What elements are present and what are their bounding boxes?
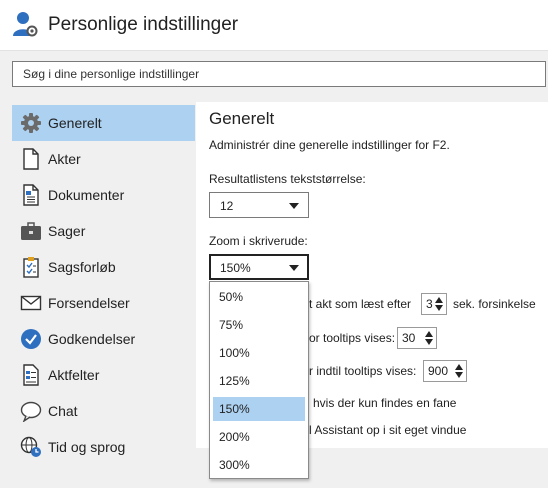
mark-read-suffix: sek. forsinkelse bbox=[453, 297, 536, 311]
search-input[interactable]: Søg i dine personlige indstillinger bbox=[12, 61, 546, 87]
font-size-select[interactable]: 12 bbox=[209, 192, 309, 218]
sidebar-item-generelt[interactable]: Generelt bbox=[12, 105, 195, 141]
tooltip-show-label: or tooltips vises: bbox=[309, 331, 396, 345]
font-size-value: 12 bbox=[220, 199, 234, 213]
zoom-option-75[interactable]: 75% bbox=[213, 313, 305, 337]
zoom-option-50[interactable]: 50% bbox=[213, 285, 305, 309]
envelope-icon bbox=[20, 292, 42, 314]
page-title: Generelt bbox=[209, 109, 275, 128]
sidebar-item-godkendelser[interactable]: Godkendelser bbox=[12, 321, 195, 357]
single-tab-option-label: hvis der kun findes en fane bbox=[313, 396, 457, 410]
sidebar-item-label: Godkendelser bbox=[48, 331, 136, 347]
briefcase-icon bbox=[20, 220, 42, 242]
sidebar-item-label: Sager bbox=[48, 223, 86, 239]
globe-clock-icon bbox=[20, 436, 42, 458]
mark-read-label: t akt som læst efter bbox=[309, 297, 412, 311]
sidebar-item-label: Akter bbox=[48, 151, 81, 167]
gear-icon bbox=[20, 112, 42, 134]
zoom-option-label: 150% bbox=[219, 402, 250, 416]
spin-down-icon[interactable] bbox=[455, 372, 463, 378]
sidebar-item-dokumenter[interactable]: Dokumenter bbox=[12, 177, 195, 213]
speech-bubble-icon bbox=[20, 400, 42, 423]
font-size-label: Resultatlistens tekststørrelse: bbox=[209, 172, 366, 186]
sidebar-item-sagsforloeb[interactable]: Sagsforløb bbox=[12, 249, 195, 285]
sidebar-item-label: Dokumenter bbox=[48, 187, 125, 203]
sidebar-item-label: Generelt bbox=[48, 115, 102, 131]
zoom-option-label: 100% bbox=[219, 346, 250, 360]
spin-up-icon[interactable] bbox=[435, 297, 443, 303]
zoom-option-200[interactable]: 200% bbox=[213, 425, 305, 449]
sidebar-item-sager[interactable]: Sager bbox=[12, 213, 195, 249]
zoom-select[interactable]: 150% bbox=[209, 254, 309, 280]
sidebar-item-akter[interactable]: Akter bbox=[12, 141, 195, 177]
spin-up-icon[interactable] bbox=[455, 364, 463, 370]
tooltip-show-stepper[interactable]: 30 bbox=[397, 327, 437, 349]
zoom-option-150[interactable]: 150% bbox=[213, 397, 305, 421]
search-area: Søg i dine personlige indstillinger bbox=[0, 50, 548, 103]
title-bar: Personlige indstillinger bbox=[0, 0, 548, 50]
sidebar-item-label: Tid og sprog bbox=[48, 439, 126, 455]
sidebar-item-label: Forsendelser bbox=[48, 295, 130, 311]
zoom-value: 150% bbox=[220, 261, 251, 275]
sidebar-item-forsendelser[interactable]: Forsendelser bbox=[12, 285, 195, 321]
tooltip-until-label: r indtil tooltips vises: bbox=[309, 364, 417, 378]
assistant-window-option-label: l Assistant op i sit eget vindue bbox=[309, 423, 467, 437]
spin-up-icon[interactable] bbox=[425, 331, 433, 337]
document-lines-icon bbox=[20, 184, 42, 206]
sidebar-item-label: Aktfelter bbox=[48, 367, 100, 383]
sidebar-item-aktfelter[interactable]: Aktfelter bbox=[12, 357, 195, 393]
zoom-option-label: 200% bbox=[219, 430, 250, 444]
zoom-option-125[interactable]: 125% bbox=[213, 369, 305, 393]
document-icon bbox=[20, 148, 42, 170]
sidebar-item-chat[interactable]: Chat bbox=[12, 393, 195, 429]
chevron-down-icon bbox=[289, 265, 299, 271]
zoom-label: Zoom i skriverude: bbox=[209, 234, 308, 248]
mark-read-stepper[interactable]: 3 bbox=[421, 293, 447, 315]
tooltip-until-value: 900 bbox=[428, 364, 449, 378]
sidebar: Generelt Akter Dokumenter Sager Sagsforl… bbox=[0, 102, 196, 488]
zoom-option-label: 50% bbox=[219, 290, 244, 304]
zoom-option-100[interactable]: 100% bbox=[213, 341, 305, 365]
spin-down-icon[interactable] bbox=[425, 339, 433, 345]
sidebar-item-tid-og-sprog[interactable]: Tid og sprog bbox=[12, 429, 195, 465]
zoom-dropdown-list: 50% 75% 100% 125% 150% 200% 300% bbox=[209, 281, 309, 479]
chevron-down-icon bbox=[289, 203, 299, 209]
user-settings-icon bbox=[12, 10, 38, 38]
page-description: Administrér dine generelle indstillinger… bbox=[209, 138, 450, 152]
sidebar-item-label: Sagsforløb bbox=[48, 259, 116, 275]
zoom-option-300[interactable]: 300% bbox=[213, 453, 305, 477]
zoom-option-label: 75% bbox=[219, 318, 244, 332]
tooltip-show-value: 30 bbox=[402, 331, 416, 345]
sidebar-item-label: Chat bbox=[48, 403, 78, 419]
tooltip-until-stepper[interactable]: 900 bbox=[423, 360, 467, 382]
clipboard-checklist-icon bbox=[20, 256, 42, 278]
window-title: Personlige indstillinger bbox=[48, 14, 239, 35]
form-fields-icon bbox=[20, 364, 42, 386]
mark-read-value: 3 bbox=[426, 297, 433, 311]
spin-down-icon[interactable] bbox=[435, 305, 443, 311]
checkmark-circle-icon bbox=[20, 328, 42, 350]
zoom-option-label: 300% bbox=[219, 458, 250, 472]
zoom-option-label: 125% bbox=[219, 374, 250, 388]
